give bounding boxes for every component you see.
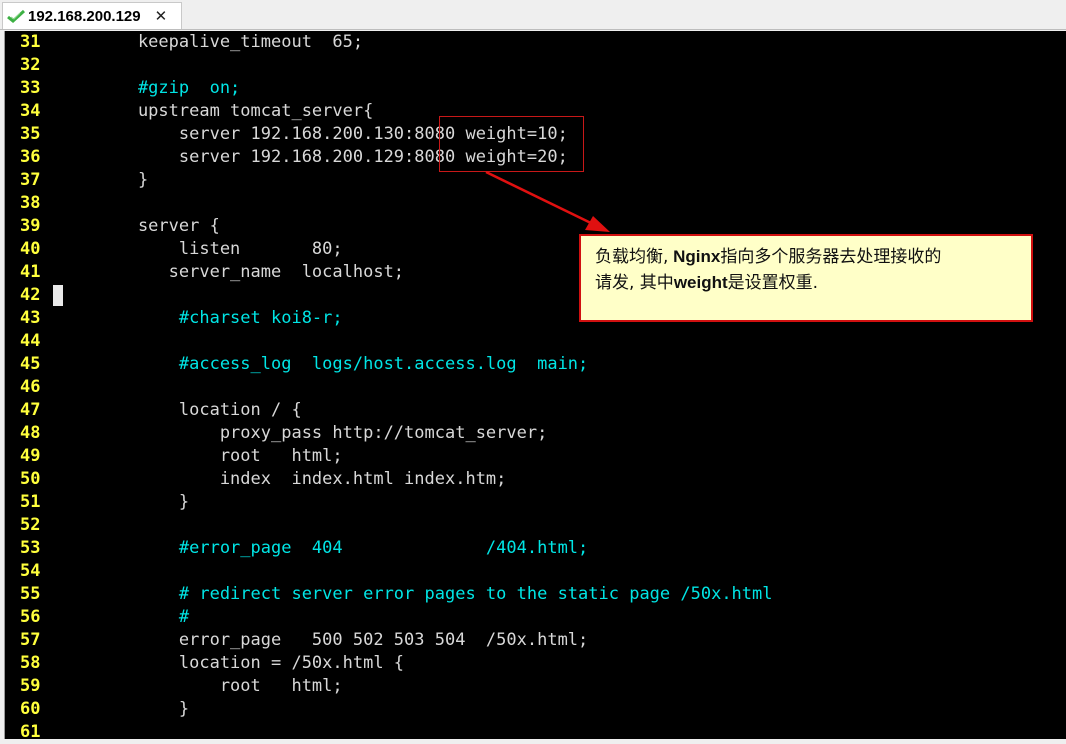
code-text: location / { [97, 400, 302, 420]
code-line: 54 [5, 560, 1065, 583]
line-number: 45 [20, 354, 41, 374]
line-number: 35 [20, 124, 41, 144]
line-number: 51 [20, 492, 41, 512]
line-number: 59 [20, 676, 41, 696]
line-number: 33 [20, 78, 41, 98]
line-number: 47 [20, 400, 41, 420]
line-number: 50 [20, 469, 41, 489]
callout-text: 是设置权重. [727, 273, 819, 293]
line-number: 36 [20, 147, 41, 167]
code-line: 44 [5, 330, 1065, 353]
line-number: 38 [20, 193, 41, 213]
code-text: server_name localhost; [97, 262, 405, 282]
close-tab-icon[interactable]: ✕ [155, 7, 168, 25]
session-tab[interactable]: 192.168.200.129 ✕ [2, 2, 182, 29]
code-line: 53 #error_page 404 /404.html; [5, 537, 1065, 560]
comment-text: #gzip on; [97, 78, 241, 98]
callout-keyword-weight: weight [673, 273, 728, 292]
code-text: root html; [97, 446, 343, 466]
code-line: 49 root html; [5, 445, 1065, 468]
code-text: proxy_pass http://tomcat_server; [97, 423, 548, 443]
code-line: 51 } [5, 491, 1065, 514]
line-number: 41 [20, 262, 41, 282]
text-cursor [53, 285, 63, 306]
callout-text: 负载均衡, [595, 247, 669, 267]
line-number: 54 [20, 561, 41, 581]
line-number: 31 [20, 32, 41, 52]
check-icon [7, 9, 25, 23]
code-line: 50 index index.html index.htm; [5, 468, 1065, 491]
line-number: 61 [20, 722, 41, 742]
code-line: 33 #gzip on; [5, 77, 1065, 100]
code-line: 61 [5, 721, 1065, 744]
comment-text: #charset koi8-r; [97, 308, 343, 328]
line-number: 44 [20, 331, 41, 351]
comment-text: # [97, 607, 190, 627]
code-line: 59 root html; [5, 675, 1065, 698]
line-number: 32 [20, 55, 41, 75]
code-line: 52 [5, 514, 1065, 537]
line-number: 55 [20, 584, 41, 604]
line-number: 34 [20, 101, 41, 121]
annotation-callout: 负载均衡, Nginx指向多个服务器去处理接收的 请发, 其中weight是设置… [579, 234, 1033, 322]
code-text: listen 80; [97, 239, 343, 259]
callout-line-1: 负载均衡, Nginx指向多个服务器去处理接收的 [595, 244, 1019, 270]
line-number: 43 [20, 308, 41, 328]
comment-text: # redirect server error pages to the sta… [97, 584, 773, 604]
code-line: 32 [5, 54, 1065, 77]
code-line: 58 location = /50x.html { [5, 652, 1065, 675]
code-text: keepalive_timeout 65; [97, 32, 364, 52]
line-number: 40 [20, 239, 41, 259]
code-line: 45 #access_log logs/host.access.log main… [5, 353, 1065, 376]
callout-line-2: 请发, 其中weight是设置权重. [595, 270, 1019, 296]
code-line: 55 # redirect server error pages to the … [5, 583, 1065, 606]
code-line: 56 # [5, 606, 1065, 629]
code-line: 31 keepalive_timeout 65; [5, 31, 1065, 54]
line-number: 37 [20, 170, 41, 190]
tab-bar: 192.168.200.129 ✕ [0, 0, 1066, 30]
line-number: 53 [20, 538, 41, 558]
code-line: 57 error_page 500 502 503 504 /50x.html; [5, 629, 1065, 652]
code-line: 37 } [5, 169, 1065, 192]
weight-highlight-box [439, 116, 584, 172]
code-line: 60 } [5, 698, 1065, 721]
line-number: 60 [20, 699, 41, 719]
code-text: } [97, 170, 149, 190]
comment-text: #error_page 404 /404.html; [97, 538, 589, 558]
callout-text: 请发, 其中 [595, 273, 674, 293]
code-text: root html; [97, 676, 343, 696]
line-number: 56 [20, 607, 41, 627]
code-line: 38 [5, 192, 1065, 215]
line-number: 49 [20, 446, 41, 466]
callout-text: 指向多个服务器去处理接收的 [720, 247, 942, 267]
code-text: index index.html index.htm; [97, 469, 507, 489]
line-number: 58 [20, 653, 41, 673]
line-number: 52 [20, 515, 41, 535]
line-number: 39 [20, 216, 41, 236]
comment-text: #access_log logs/host.access.log main; [97, 354, 589, 374]
line-number: 48 [20, 423, 41, 443]
tab-title: 192.168.200.129 [28, 7, 141, 25]
code-text: server { [97, 216, 220, 236]
code-line: 48 proxy_pass http://tomcat_server; [5, 422, 1065, 445]
code-text: } [97, 492, 190, 512]
line-number: 57 [20, 630, 41, 650]
callout-keyword-nginx: Nginx [668, 247, 721, 266]
code-line: 47 location / { [5, 399, 1065, 422]
code-line: 46 [5, 376, 1065, 399]
code-text: } [97, 699, 190, 719]
line-number: 46 [20, 377, 41, 397]
code-text: error_page 500 502 503 504 /50x.html; [97, 630, 589, 650]
code-text: location = /50x.html { [97, 653, 405, 673]
code-text: upstream tomcat_server{ [97, 101, 374, 121]
